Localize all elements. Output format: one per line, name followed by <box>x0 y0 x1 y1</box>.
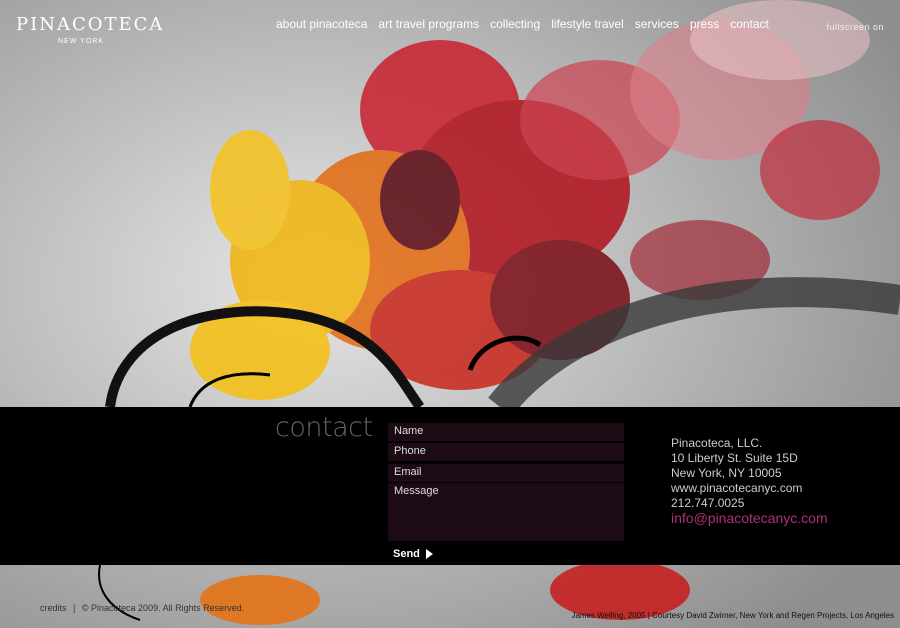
send-button[interactable]: Send <box>393 548 433 560</box>
copyright-text: © Pinacoteca 2009. All Rights Reserved. <box>81 603 245 613</box>
fullscreen-toggle[interactable]: fullscreen on <box>826 22 884 32</box>
city-address: New York, NY 10005 <box>671 466 782 480</box>
phone-number: 212.747.0025 <box>671 496 745 510</box>
message-field[interactable]: Message <box>388 483 624 541</box>
nav-item-collecting[interactable]: collecting <box>490 17 540 31</box>
email-link[interactable]: info@pinacotecanyc.com <box>671 511 828 526</box>
main-nav: about pinacoteca art travel programs col… <box>276 17 769 31</box>
nav-item-lifestyle-travel[interactable]: lifestyle travel <box>551 17 624 31</box>
nav-item-services[interactable]: services <box>635 17 679 31</box>
nav-item-about[interactable]: about pinacoteca <box>276 17 367 31</box>
company-name: Pinacoteca, LLC. <box>671 436 763 450</box>
email-field[interactable]: Email <box>388 464 624 482</box>
nav-item-contact[interactable]: contact <box>730 17 769 31</box>
footer-separator: | <box>73 603 76 613</box>
nav-item-art-travel-programs[interactable]: art travel programs <box>378 17 479 31</box>
address-block: Pinacoteca, LLC. 10 Liberty St. Suite 15… <box>671 436 828 526</box>
logo-location: NEW YORK <box>58 38 104 45</box>
nav-item-press[interactable]: press <box>690 17 719 31</box>
phone-field[interactable]: Phone <box>388 443 624 461</box>
website-link[interactable]: www.pinacotecanyc.com <box>671 481 828 496</box>
footer-left: credits | © Pinacoteca 2009. All Rights … <box>40 603 248 613</box>
logo-wordmark: PINACOTECA <box>16 14 165 35</box>
site-logo[interactable]: PINACOTECA NEW YORK <box>16 14 164 45</box>
page-title: contact <box>275 412 373 443</box>
name-field[interactable]: Name <box>388 423 624 441</box>
image-caption: James Welling, 2005 | Courtesy David Zwi… <box>571 611 894 620</box>
credits-link[interactable]: credits <box>40 603 67 613</box>
street-address: 10 Liberty St. Suite 15D <box>671 451 798 465</box>
send-label: Send <box>393 548 420 560</box>
play-arrow-icon <box>425 549 433 559</box>
